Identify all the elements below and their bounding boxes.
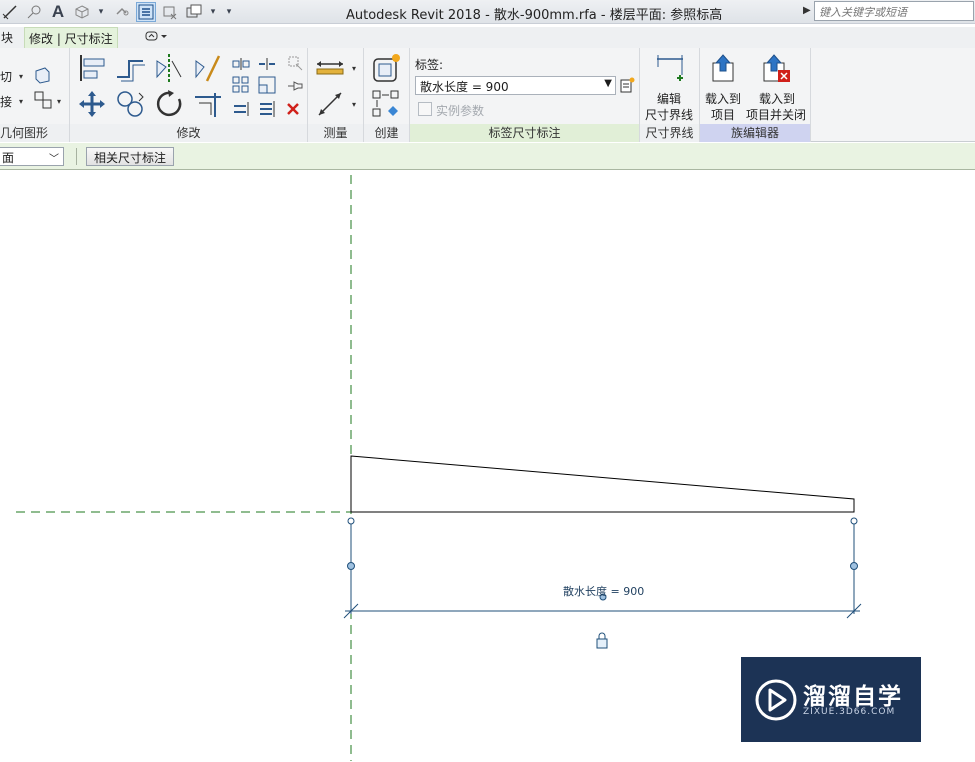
watermark-domain: ZIXUE.3D66.COM bbox=[803, 707, 896, 717]
panel-title-modify: 修改 bbox=[70, 124, 307, 142]
tab-modify-dimensions[interactable]: 修改 | 尺寸标注 bbox=[24, 27, 118, 48]
label-parameter-icon[interactable] bbox=[618, 76, 636, 94]
related-dimensions-button[interactable]: 相关尺寸标注 bbox=[86, 147, 175, 166]
instance-parameter-label: 实例参数 bbox=[436, 104, 485, 118]
divider bbox=[76, 148, 77, 165]
split-element-icon[interactable] bbox=[232, 56, 250, 72]
panel-title-witness-line: 尺寸界线 bbox=[640, 124, 699, 142]
measure-between-references-icon[interactable] bbox=[314, 56, 346, 78]
array-icon[interactable] bbox=[232, 76, 250, 94]
panel-create: 创建 bbox=[364, 48, 410, 142]
chevron-down-icon: ▼ bbox=[604, 78, 612, 89]
ribbon-tab-row: 块 修改 | 尺寸标注 bbox=[0, 27, 975, 48]
edit-witness-label-2[interactable]: 尺寸界线 bbox=[645, 106, 693, 123]
aligned-dimension-icon[interactable] bbox=[314, 88, 346, 120]
delete-icon[interactable] bbox=[285, 101, 301, 117]
options-bar: 面 ﹀ 相关尺寸标注 bbox=[0, 143, 975, 170]
panel-title-geometry: 几何图形 bbox=[0, 124, 69, 142]
panel-label-dimension: 标签: 散水长度 = 900 ▼ 实例参数 标签尺寸标注 bbox=[410, 48, 640, 142]
panel-title-label-dimension: 标签尺寸标注 bbox=[410, 124, 639, 142]
chevron-down-icon[interactable]: ▾ bbox=[96, 2, 106, 22]
3d-view-icon[interactable] bbox=[72, 2, 92, 22]
scale-icon[interactable] bbox=[258, 76, 276, 94]
quick-access-toolbar: A ▾ ▾ ▾ bbox=[0, 0, 240, 24]
load-into-project-icon[interactable] bbox=[708, 52, 738, 84]
join-label[interactable]: 接 bbox=[0, 93, 12, 110]
ribbon-minimize-toggle[interactable] bbox=[140, 27, 174, 48]
chevron-down-icon[interactable]: ▾ bbox=[208, 2, 218, 22]
title-bar: A ▾ ▾ ▾ Autodesk Revit 2018 - 散水-900mm.r… bbox=[0, 0, 975, 24]
trim-extend-single-icon[interactable] bbox=[232, 100, 250, 118]
customize-toolbar-icon[interactable]: ▾ bbox=[224, 2, 234, 22]
copy-icon[interactable] bbox=[114, 88, 146, 120]
chevron-down-icon[interactable]: ▾ bbox=[352, 64, 356, 73]
panel-measure: ▾ ▾ 测量 bbox=[308, 48, 364, 142]
ribbon: 切 ▾ 接 ▾ ▾ 几何图形 修改 ▾ ▾ 测量 创建 标签: 散水长度 = 9… bbox=[0, 48, 975, 142]
label-select-value: 散水长度 = 900 bbox=[420, 80, 509, 94]
load-project-label-1[interactable]: 载入到 bbox=[705, 90, 741, 107]
panel-family-editor: 载入到 项目 载入到 项目并关闭 族编辑器 bbox=[700, 48, 811, 142]
watermark-brand: 溜溜自学 bbox=[803, 684, 903, 710]
offset-icon[interactable] bbox=[114, 52, 148, 84]
chevron-down-icon[interactable]: ▾ bbox=[19, 72, 23, 81]
trim-extend-corner-icon[interactable] bbox=[192, 88, 226, 120]
text-icon[interactable]: A bbox=[48, 2, 68, 22]
mirror-pick-axis-icon[interactable] bbox=[154, 52, 184, 84]
lock-icon[interactable] bbox=[596, 632, 608, 649]
panel-geometry: 切 ▾ 接 ▾ ▾ 几何图形 bbox=[0, 48, 70, 142]
thin-lines-icon[interactable] bbox=[136, 2, 156, 22]
chevron-down-icon[interactable]: ▾ bbox=[19, 97, 23, 106]
split-with-gap-icon[interactable] bbox=[258, 56, 276, 72]
edit-witness-label-1[interactable]: 编辑 bbox=[657, 90, 681, 107]
create-similar-icon[interactable] bbox=[370, 52, 402, 84]
join-geometry-icon[interactable] bbox=[32, 89, 54, 111]
panel-modify: 修改 bbox=[70, 48, 308, 142]
section-icon[interactable] bbox=[112, 2, 132, 22]
dimension-label-text[interactable]: 散水长度 = 900 bbox=[563, 583, 644, 599]
chevron-down-icon[interactable]: ▾ bbox=[57, 97, 61, 106]
load-project-label-2[interactable]: 项目 bbox=[711, 106, 735, 123]
label-caption: 标签: bbox=[415, 58, 444, 72]
window-title: Autodesk Revit 2018 - 散水-900mm.rfa - 楼层平… bbox=[346, 8, 723, 23]
load-close-label-2[interactable]: 项目并关闭 bbox=[746, 106, 806, 123]
cut-geometry-icon[interactable] bbox=[32, 65, 52, 85]
instance-parameter-checkbox[interactable] bbox=[418, 102, 432, 116]
chevron-down-icon: ﹀ bbox=[49, 154, 59, 165]
close-hidden-windows-icon[interactable] bbox=[160, 2, 180, 22]
grip-handle[interactable] bbox=[347, 517, 355, 525]
search-input[interactable]: 键入关键字或短语 bbox=[814, 1, 974, 21]
load-close-label-1[interactable]: 载入到 bbox=[759, 90, 795, 107]
rotate-icon[interactable] bbox=[154, 88, 186, 120]
pin-icon[interactable] bbox=[285, 78, 305, 94]
edit-witness-lines-icon[interactable] bbox=[654, 52, 686, 84]
switch-windows-icon[interactable] bbox=[184, 2, 204, 22]
tab-block[interactable]: 块 bbox=[0, 27, 17, 48]
label-select[interactable]: 散水长度 = 900 ▼ bbox=[415, 76, 616, 95]
view-select-value: 面 bbox=[2, 151, 15, 165]
cut-label[interactable]: 切 bbox=[0, 68, 12, 85]
aligned-dimension-icon[interactable] bbox=[0, 2, 20, 22]
trim-extend-multiple-icon[interactable] bbox=[258, 100, 276, 118]
play-logo-icon bbox=[755, 679, 797, 721]
chevron-down-icon[interactable]: ▾ bbox=[352, 100, 356, 109]
grip-handle[interactable] bbox=[850, 562, 858, 570]
unpin-icon[interactable] bbox=[285, 54, 305, 72]
load-into-project-and-close-icon[interactable] bbox=[760, 52, 792, 84]
panel-title-measure: 测量 bbox=[308, 124, 363, 142]
tag-icon[interactable] bbox=[24, 2, 44, 22]
watermark-logo: 溜溜自学 ZIXUE.3D66.COM bbox=[741, 657, 921, 742]
apron-profile[interactable] bbox=[350, 455, 855, 513]
create-group-icon[interactable] bbox=[370, 88, 402, 120]
expand-arrow-icon[interactable]: ▶ bbox=[803, 5, 811, 16]
grip-handle[interactable] bbox=[347, 562, 355, 570]
align-icon[interactable] bbox=[76, 52, 108, 84]
view-select[interactable]: 面 ﹀ bbox=[0, 147, 64, 166]
panel-title-family-editor: 族编辑器 bbox=[700, 124, 810, 142]
mirror-draw-axis-icon[interactable] bbox=[192, 52, 224, 84]
move-icon[interactable] bbox=[76, 88, 108, 120]
panel-title-create: 创建 bbox=[364, 124, 409, 142]
grip-handle[interactable] bbox=[850, 517, 858, 525]
panel-witness-line: 编辑 尺寸界线 尺寸界线 bbox=[640, 48, 700, 142]
